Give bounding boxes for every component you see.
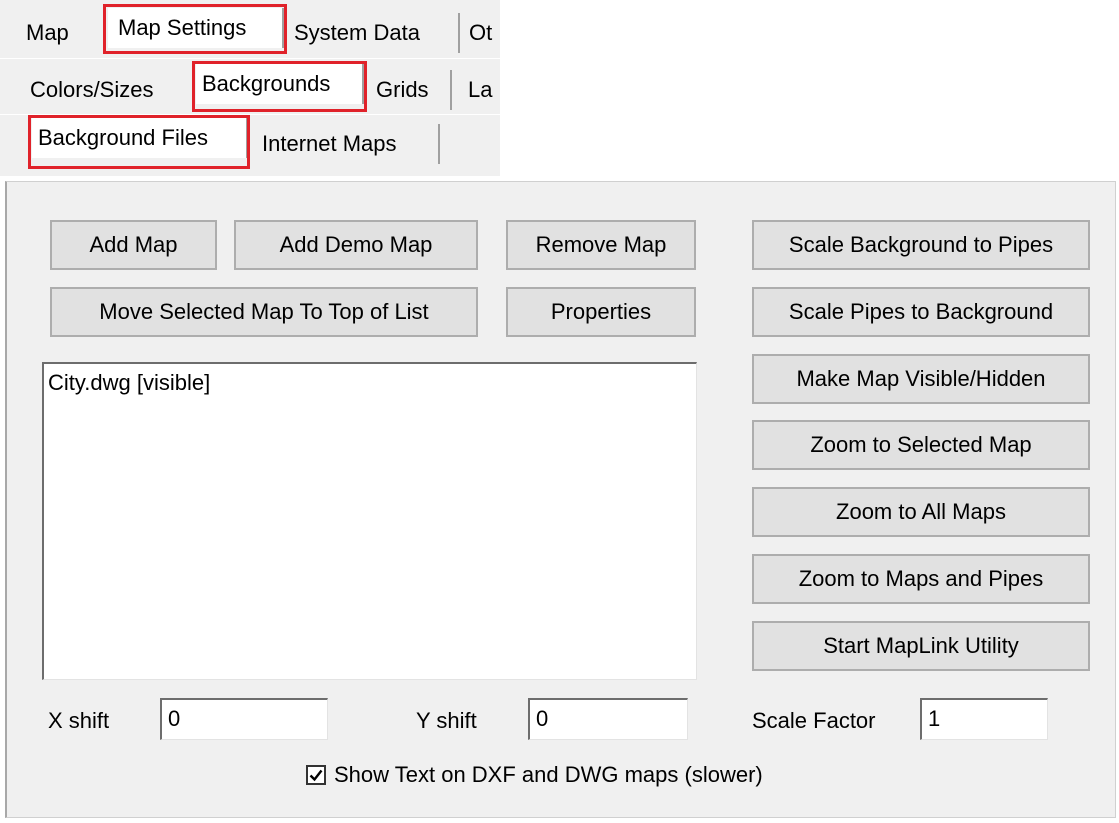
zoom-to-maps-and-pipes-button[interactable]: Zoom to Maps and Pipes — [752, 554, 1090, 604]
tab-colors-sizes[interactable]: Colors/Sizes — [24, 70, 190, 110]
x-shift-label: X shift — [48, 708, 110, 733]
tab-strip: Map Map Settings System Data Ot Colors/S… — [0, 0, 500, 176]
tab-system-data[interactable]: System Data — [288, 13, 460, 53]
move-map-to-top-button[interactable]: Move Selected Map To Top of List — [50, 287, 478, 337]
tab-background-files[interactable]: Background Files — [32, 118, 248, 158]
y-shift-label: Y shift — [416, 708, 477, 733]
x-shift-input[interactable]: 0 — [160, 698, 328, 740]
scale-factor-label: Scale Factor — [752, 708, 876, 733]
y-shift-input[interactable]: 0 — [528, 698, 688, 740]
list-item[interactable]: City.dwg [visible] — [44, 364, 696, 396]
tab-grids[interactable]: Grids — [370, 70, 452, 110]
tab-other[interactable]: Ot — [463, 13, 500, 53]
remove-map-button[interactable]: Remove Map — [506, 220, 696, 270]
tab-internet-maps[interactable]: Internet Maps — [256, 124, 440, 164]
make-map-visible-hidden-button[interactable]: Make Map Visible/Hidden — [752, 354, 1090, 404]
show-text-checkbox[interactable] — [306, 765, 326, 785]
zoom-to-selected-map-button[interactable]: Zoom to Selected Map — [752, 420, 1090, 470]
tab-map-settings[interactable]: Map Settings — [108, 8, 284, 48]
zoom-to-all-maps-button[interactable]: Zoom to All Maps — [752, 487, 1090, 537]
add-demo-map-button[interactable]: Add Demo Map — [234, 220, 478, 270]
tab-labels[interactable]: La — [462, 70, 500, 110]
checkmark-icon — [309, 769, 323, 782]
scale-background-to-pipes-button[interactable]: Scale Background to Pipes — [752, 220, 1090, 270]
scale-factor-input[interactable]: 1 — [920, 698, 1048, 740]
properties-button[interactable]: Properties — [506, 287, 696, 337]
add-map-button[interactable]: Add Map — [50, 220, 217, 270]
start-maplink-utility-button[interactable]: Start MapLink Utility — [752, 621, 1090, 671]
show-text-label: Show Text on DXF and DWG maps (slower) — [334, 762, 763, 787]
tab-backgrounds[interactable]: Backgrounds — [196, 64, 364, 104]
scale-pipes-to-background-button[interactable]: Scale Pipes to Background — [752, 287, 1090, 337]
tab-map[interactable]: Map — [20, 13, 90, 53]
map-list[interactable]: City.dwg [visible] — [42, 362, 697, 680]
